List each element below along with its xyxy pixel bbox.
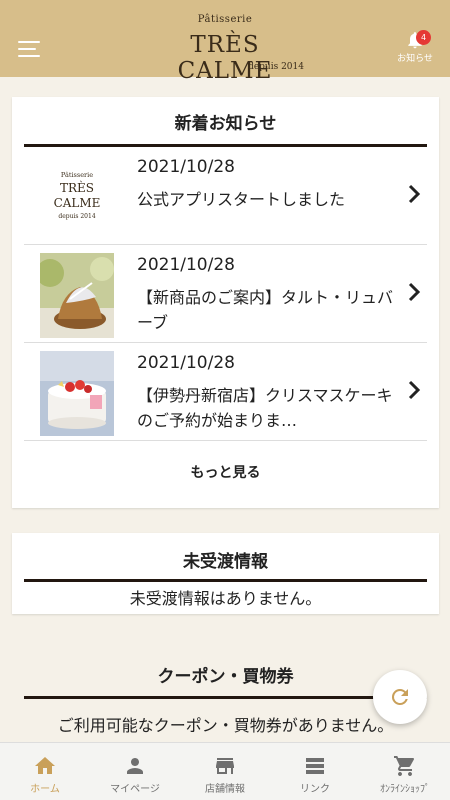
- chevron-right-icon: [408, 282, 421, 302]
- logo-since-text: depuis 2014: [248, 62, 304, 72]
- svg-text:CALME: CALME: [54, 196, 101, 210]
- bottom-navigation: ホーム マイページ 店舗情報 リンク ｵﾝﾗｲﾝｼｮｯﾌﾟ: [0, 742, 450, 800]
- brand-logo: Pâtisserie TRÈS CALME depuis 2014: [140, 14, 310, 84]
- notification-badge: 4: [416, 30, 431, 45]
- brand-logo-thumbnail: Pâtisserie TRÈS CALME depuis 2014: [54, 171, 101, 220]
- news-item[interactable]: 2021/10/28 【新商品のご案内】タルト・リュバーブ: [24, 245, 427, 343]
- nav-mypage[interactable]: マイページ: [90, 743, 180, 800]
- undelivered-title: 未受渡情報: [183, 552, 268, 572]
- svg-text:TRÈS: TRÈS: [60, 180, 94, 195]
- news-text: 公式アプリスタートしました: [137, 190, 346, 209]
- coupon-message: ご利用可能なクーポン・買物券がありません。: [57, 716, 394, 735]
- nav-label: 店舗情報: [205, 784, 245, 795]
- news-date: 2021/10/28: [137, 353, 235, 373]
- nav-label: リンク: [300, 784, 330, 795]
- store-icon: [216, 758, 234, 774]
- refresh-button[interactable]: [373, 670, 427, 724]
- app-header: Pâtisserie TRÈS CALME depuis 2014 お知らせ 4: [0, 0, 450, 84]
- more-link[interactable]: もっと見る: [12, 462, 439, 482]
- divider: [24, 696, 427, 699]
- refresh-icon: [391, 689, 408, 705]
- news-item[interactable]: Pâtisserie TRÈS CALME depuis 2014 2021/1…: [24, 147, 427, 245]
- nav-home[interactable]: ホーム: [0, 743, 90, 800]
- nav-label: ｵﾝﾗｲﾝｼｮｯﾌﾟ: [380, 784, 430, 795]
- nav-store-info[interactable]: 店舗情報: [180, 743, 270, 800]
- nav-label: ホーム: [30, 784, 60, 795]
- logo-small-text: Pâtisserie: [197, 14, 253, 25]
- chevron-right-icon: [408, 380, 421, 400]
- divider: [24, 579, 427, 582]
- nav-links[interactable]: リンク: [270, 743, 360, 800]
- news-text: 【新商品のご案内】タルト・リュバーブ: [137, 288, 394, 332]
- person-icon: [127, 758, 143, 774]
- news-thumbnail: [40, 351, 114, 436]
- notifications-label: お知らせ: [397, 54, 433, 64]
- menu-icon[interactable]: [18, 41, 40, 57]
- news-thumbnail: Pâtisserie TRÈS CALME depuis 2014: [40, 155, 114, 240]
- news-text: 【伊勢丹新宿店】クリスマスケーキのご予約が始まりま…: [137, 386, 393, 430]
- news-date: 2021/10/28: [137, 255, 235, 275]
- coupon-title: クーポン・買物券: [157, 667, 294, 687]
- undelivered-message: 未受渡情報はありません。: [129, 589, 322, 608]
- news-card: 新着お知らせ Pâtisserie TRÈS CALME depuis 2014…: [12, 97, 439, 508]
- svg-text:Pâtisserie: Pâtisserie: [61, 171, 93, 179]
- nav-online-shop[interactable]: ｵﾝﾗｲﾝｼｮｯﾌﾟ: [360, 743, 450, 800]
- cart-icon: [394, 756, 415, 776]
- notifications-button[interactable]: お知らせ 4: [392, 28, 438, 72]
- tart-photo: [40, 253, 114, 338]
- undelivered-card: 未受渡情報 未受渡情報はありません。: [12, 533, 439, 614]
- news-title: 新着お知らせ: [174, 114, 277, 134]
- chevron-right-icon: [408, 184, 421, 204]
- news-thumbnail: [40, 253, 114, 338]
- nav-label: マイページ: [110, 784, 160, 795]
- home-icon: [35, 757, 55, 774]
- christmas-cake-photo: [40, 351, 114, 436]
- news-item[interactable]: 2021/10/28 【伊勢丹新宿店】クリスマスケーキのご予約が始まりま…: [24, 343, 427, 441]
- logo-main-text: TRÈS CALME: [177, 32, 273, 84]
- news-date: 2021/10/28: [137, 157, 235, 177]
- svg-text:depuis 2014: depuis 2014: [58, 213, 95, 220]
- list-icon: [306, 758, 324, 774]
